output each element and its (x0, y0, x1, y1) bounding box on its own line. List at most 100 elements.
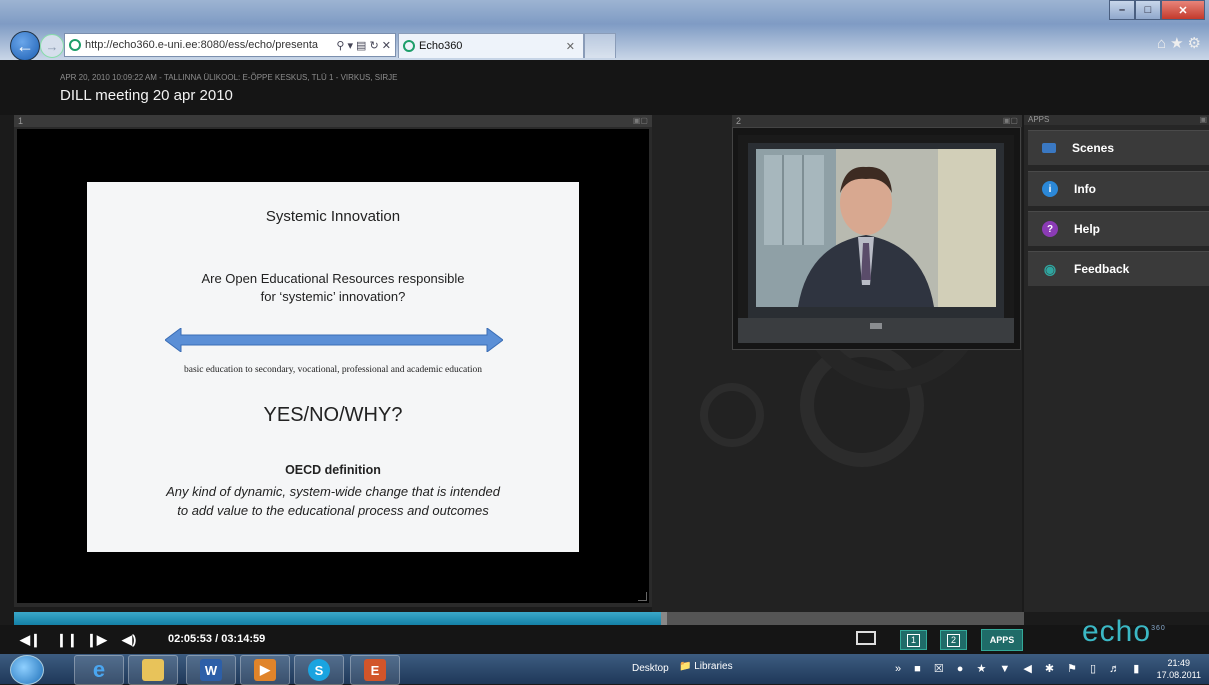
slide-question-line2: for ‘systemic’ innovation? (260, 289, 406, 304)
desktop-toolbar-label[interactable]: Desktop (632, 663, 669, 674)
taskbar-skype[interactable]: S (294, 655, 344, 685)
folder-icon (142, 659, 164, 681)
recording-title: DILL meeting 20 apr 2010 (60, 87, 233, 104)
apps-panel-controls[interactable]: ▣ (1199, 115, 1207, 124)
start-button[interactable] (10, 655, 44, 685)
app-scenes[interactable]: Scenes (1028, 130, 1209, 165)
video-panel-resize-controls[interactable]: ▣▢ (1003, 116, 1018, 125)
pause-icon[interactable]: ❙❙ (56, 632, 78, 648)
video-frame (732, 127, 1021, 350)
clock-date: 17.08.2011 (1156, 670, 1201, 680)
slides-panel: 1 ▣▢ Systemic Innovation Are Open Educat… (14, 115, 652, 607)
screen-1-button[interactable]: 1 (900, 630, 927, 650)
slide-yes-no: YES/NO/WHY? (263, 404, 403, 426)
info-icon: i (1042, 181, 1058, 197)
slide-basic-education: basic education to secondary, vocational… (184, 365, 482, 375)
slide: Systemic Innovation Are Open Educational… (87, 182, 579, 552)
playback-progress-bar[interactable] (14, 612, 1024, 625)
app-help[interactable]: ? Help (1028, 211, 1209, 246)
system-tray-icons[interactable]: » ■ ☒ ● ★ ▼ ◀ ✱ ⚑ ▯ ♬ ▮ (895, 662, 1144, 675)
panel-resize-controls[interactable]: ▣▢ (633, 116, 648, 125)
recording-header: APR 20, 2010 10:09:22 AM - TALLINNA ÜLIK… (0, 60, 1209, 115)
home-icon[interactable]: ⌂ (1157, 35, 1170, 52)
close-window-button[interactable]: ✕ (1161, 0, 1205, 20)
skip-forward-icon[interactable]: ❙▶ (86, 632, 107, 648)
slide-viewport: Systemic Innovation Are Open Educational… (17, 129, 649, 603)
timecode: 02:05:53 / 03:14:59 (168, 633, 266, 645)
libraries-label: Libraries (694, 661, 733, 672)
echo-app-icon: E (364, 659, 386, 681)
slide-definition-line2: to add value to the educational process … (177, 503, 489, 518)
back-button[interactable]: ← (10, 31, 40, 61)
slides-panel-number: 1 (18, 116, 24, 126)
video-panel-number: 2 (736, 116, 742, 126)
app-info-label: Info (1074, 182, 1096, 196)
windows-taskbar: e W ▶ S E Desktop 📁 Libraries » ■ ☒ ● ★ … (0, 654, 1209, 685)
progress-handle[interactable] (661, 612, 668, 625)
slide-definition: Any kind of dynamic, system-wide change … (87, 482, 579, 520)
resize-grip-icon[interactable] (638, 592, 647, 601)
help-icon: ? (1042, 221, 1058, 237)
tab-close-icon[interactable]: ✕ (566, 40, 575, 53)
browser-toolbar-icons[interactable]: ⌂★⚙ (1157, 34, 1205, 52)
tab-title: Echo360 (419, 40, 463, 52)
player-controls: ◀❙ ❙❙ ❙▶ ◀) 02:05:53 / 03:14:59 1 2 APPS… (0, 615, 1209, 654)
slide-oecd-heading: OECD definition (285, 463, 381, 477)
apps-panel: APPS ▣ Scenes i Info ? Help ◉ Feedback (1024, 115, 1209, 612)
apps-button[interactable]: APPS (981, 629, 1023, 651)
taskbar-echo[interactable]: E (350, 655, 400, 685)
screen-layout-button[interactable] (856, 631, 876, 645)
slide-title: Systemic Innovation (265, 208, 401, 225)
favorites-star-icon[interactable]: ★ (1170, 35, 1187, 52)
volume-icon[interactable]: ◀) (122, 632, 136, 648)
minimize-button[interactable]: – (1109, 0, 1135, 20)
slide-question-line1: Are Open Educational Resources responsib… (201, 271, 465, 286)
apps-panel-label: APPS (1028, 115, 1050, 124)
window-buttons: – □ ✕ (1109, 0, 1205, 20)
app-feedback[interactable]: ◉ Feedback (1028, 251, 1209, 286)
browser-tab[interactable]: Echo360 ✕ (398, 33, 584, 58)
maximize-button[interactable]: □ (1135, 0, 1161, 20)
address-controls[interactable]: ⚲ ▾ ▤ ↻ ✕ (332, 39, 395, 52)
word-icon: W (200, 659, 222, 681)
apps-panel-bar: APPS ▣ (1024, 115, 1209, 125)
screen-2-label: 2 (946, 633, 960, 647)
libraries-toolbar-label[interactable]: 📁 Libraries (679, 661, 733, 672)
browser-chrome: – □ ✕ ← → http://echo360.e-uni.ee:8080/e… (0, 0, 1209, 61)
app-feedback-label: Feedback (1074, 262, 1130, 276)
settings-gear-icon[interactable]: ⚙ (1188, 35, 1205, 52)
recording-info: APR 20, 2010 10:09:22 AM - TALLINNA ÜLIK… (60, 73, 398, 82)
app-scenes-label: Scenes (1072, 141, 1115, 155)
address-url[interactable]: http://echo360.e-uni.ee:8080/ess/echo/pr… (81, 39, 332, 51)
slide-question: Are Open Educational Resources responsib… (87, 270, 579, 306)
forward-arrow-icon: → (45, 38, 59, 54)
taskbar-word[interactable]: W (186, 655, 236, 685)
taskbar-explorer[interactable] (128, 655, 178, 685)
feedback-icon: ◉ (1043, 260, 1057, 277)
skype-icon: S (308, 659, 330, 681)
taskbar-media[interactable]: ▶ (240, 655, 290, 685)
echo360-logo: echo360 (1082, 615, 1166, 649)
taskbar-ie[interactable]: e (74, 655, 124, 685)
presenter-video (738, 135, 1014, 343)
libraries-icon: 📁 (679, 661, 692, 672)
app-help-label: Help (1074, 222, 1101, 236)
slides-panel-bar: 1 ▣▢ (14, 115, 652, 127)
app-info[interactable]: i Info (1028, 171, 1209, 206)
internet-explorer-icon: e (92, 657, 106, 682)
skip-back-icon[interactable]: ◀❙ (20, 632, 41, 648)
screen-2-button[interactable]: 2 (940, 630, 967, 650)
progress-fill (14, 612, 665, 625)
scenes-icon (1042, 143, 1056, 153)
echo-logo-text: echo (1082, 615, 1152, 648)
double-arrow-graphic (165, 328, 503, 352)
clock-time: 21:49 (1167, 658, 1191, 668)
new-tab-button[interactable] (584, 33, 616, 58)
media-player-icon: ▶ (254, 659, 276, 681)
site-icon (69, 39, 81, 51)
forward-button[interactable]: → (40, 34, 64, 58)
tab-site-icon (403, 40, 415, 52)
address-bar[interactable]: http://echo360.e-uni.ee:8080/ess/echo/pr… (64, 33, 396, 57)
screen-1-label: 1 (906, 633, 920, 647)
system-clock[interactable]: 21:49 17.08.2011 (1157, 657, 1201, 681)
